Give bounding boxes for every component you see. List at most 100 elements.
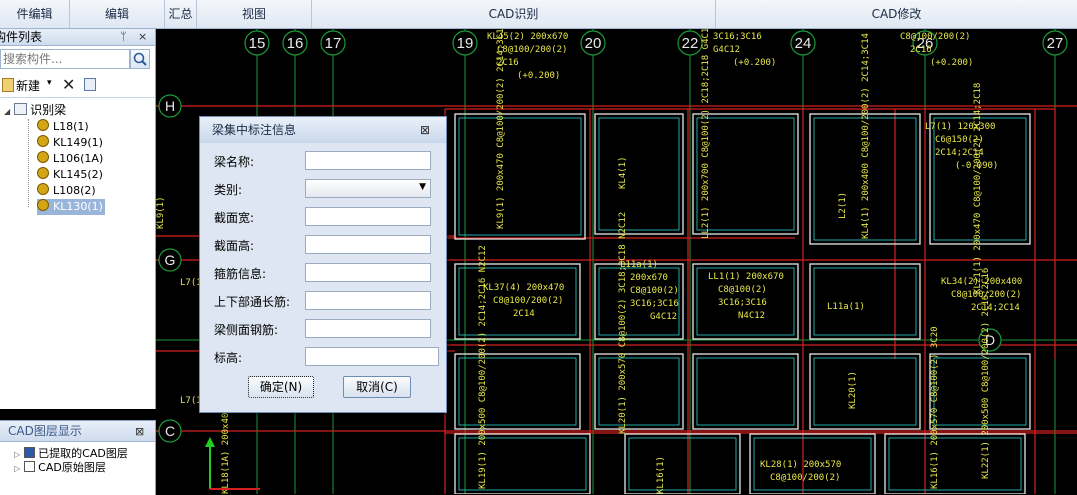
wall-outline: [929, 353, 1031, 430]
field-input[interactable]: [305, 235, 431, 254]
tree-item[interactable]: L108(2): [37, 183, 98, 199]
field-label: 标高:: [214, 351, 243, 365]
close-icon[interactable]: ×: [138, 29, 147, 45]
beam-annotation-text: KL37(4) 200x470: [483, 283, 564, 293]
close-icon[interactable]: ⊠: [420, 117, 430, 143]
beam-annotation-text: C8@100/200(2): [770, 473, 840, 483]
new-button[interactable]: 新建: [16, 77, 40, 94]
beam-annotation-text: 3C16;3C16: [718, 298, 767, 308]
tree-item-label: KL130(1): [53, 200, 103, 213]
layer-label: 已提取的CAD图层: [38, 447, 128, 460]
component-search-input[interactable]: 搜索构件...: [0, 49, 130, 69]
search-icon: [133, 52, 147, 66]
wall-inner-outline: [696, 357, 795, 426]
checkbox-icon[interactable]: [23, 461, 35, 472]
y-axis-arrow: [205, 437, 215, 447]
beam-annotation-vertical: LL2(1) 200x700 C8@100(2) 2C18;2C18 G4C12: [701, 29, 711, 239]
axis-label: 16: [287, 35, 304, 52]
field-label: 上下部通长筋:: [214, 295, 291, 309]
expand-icon[interactable]: ▷: [14, 450, 20, 459]
axis-label: 19: [457, 35, 474, 52]
search-button[interactable]: [130, 49, 150, 69]
wall-outline: [454, 353, 581, 430]
field-label: 梁名称:: [214, 155, 255, 169]
close-icon[interactable]: ⊠: [135, 422, 144, 442]
tree-item[interactable]: L18(1): [37, 119, 91, 135]
beam-annotation-vertical: KL20(1): [848, 371, 858, 409]
tree-item-label: L106(1A): [53, 152, 104, 165]
tree-root-beams[interactable]: ◢ 识别梁: [4, 102, 66, 118]
axis-label: 22: [682, 35, 699, 52]
beam-annotation-vertical: KL21(1) 200x470 C8@100/200(2) 2C14;2C18: [973, 83, 983, 294]
new-document-icon: [2, 78, 14, 92]
field-label: 箍筋信息:: [214, 267, 267, 281]
field-input[interactable]: [305, 263, 431, 282]
wall-outline: [624, 433, 741, 494]
layer-label: CAD原始图层: [38, 461, 106, 474]
tree-item[interactable]: KL145(2): [37, 167, 105, 183]
beam-annotation-vertical: KL22(1) 200x500 C8@100/200(2) 2C16;2C16: [981, 268, 991, 479]
chevron-down-icon[interactable]: ▼: [419, 182, 426, 192]
tree-item-label: L18(1): [53, 120, 89, 133]
tree-item[interactable]: L106(1A): [37, 151, 105, 167]
field-input[interactable]: [305, 291, 431, 310]
beam-annotation-dialog: 梁集中标注信息 ⊠ 梁名称: 类别: ▼ 截面宽: 截面高: 箍筋信息: 上下部通长筋: 梁侧…: [199, 116, 447, 413]
axis-label: C: [165, 423, 175, 439]
wall-inner-outline: [598, 357, 680, 426]
chevron-down-icon[interactable]: ▾: [47, 78, 52, 88]
component-list-panel: 构件列表 ᛘ × 搜索构件... 新建 ▾ ✕ ◢ 识别梁 L18(1) KL149…: [0, 29, 156, 409]
delete-icon[interactable]: ✕: [62, 75, 75, 94]
tab-summary[interactable]: 汇总: [165, 0, 197, 28]
copy-icon[interactable]: [84, 78, 96, 91]
axis-marker-16: 16: [282, 30, 308, 56]
checkbox-checked-icon[interactable]: [23, 447, 35, 458]
collapse-icon[interactable]: ◢: [4, 107, 10, 116]
cancel-button[interactable]: 取消(C): [343, 376, 411, 398]
wall-inner-outline: [628, 437, 737, 491]
recognize-icon: [13, 103, 27, 115]
axis-marker-19: 19: [452, 30, 478, 56]
field-label: 截面宽:: [214, 211, 255, 225]
axis-marker-G: G: [158, 248, 182, 272]
expand-icon[interactable]: ▷: [14, 464, 20, 473]
wall-outline: [454, 433, 591, 494]
gear-icon: [37, 167, 49, 179]
wall-outline: [594, 353, 684, 430]
ribbon: 件编辑 编辑 汇总 视图 CAD识别 CAD修改: [0, 0, 1077, 29]
gear-icon: [37, 199, 49, 211]
component-list-title: 构件列表: [0, 30, 43, 44]
axis-label: 17: [325, 35, 342, 52]
tab-component-edit[interactable]: 件编辑: [0, 0, 70, 28]
component-toolbar: 新建 ▾ ✕: [0, 73, 155, 98]
tab-cad-recognize[interactable]: CAD识别: [312, 0, 716, 28]
beam-annotation-text: 2C16: [910, 45, 932, 55]
field-input[interactable]: [305, 151, 431, 170]
beam-annotation-vertical: L2(1): [838, 192, 848, 219]
dialog-title-bar: 梁集中标注信息 ⊠: [200, 117, 446, 143]
tree-item[interactable]: KL130(1): [37, 199, 105, 215]
field-input[interactable]: [305, 207, 431, 226]
axis-marker-H: H: [158, 94, 182, 118]
tree-item[interactable]: KL149(1): [37, 135, 105, 151]
wall-outline: [692, 353, 799, 430]
beam-annotation-vertical: KL19(1) 200x500 C8@100/200(2) 2C14;2C16 …: [478, 245, 488, 489]
component-list-title-bar: 构件列表 ᛘ ×: [0, 29, 155, 46]
tab-cad-modify[interactable]: CAD修改: [716, 0, 1077, 28]
axis-marker-20: 20: [580, 30, 606, 56]
tab-edit[interactable]: 编辑: [70, 0, 165, 28]
beam-annotation-text: 2C14: [513, 309, 535, 319]
wall-inner-outline: [458, 357, 577, 426]
axis-marker-24: 24: [790, 30, 816, 56]
field-input[interactable]: [305, 347, 439, 366]
ok-button[interactable]: 确定(N): [248, 376, 314, 398]
field-input[interactable]: [305, 319, 431, 338]
beam-annotation-text: G4C12: [650, 312, 677, 322]
category-select[interactable]: ▼: [305, 179, 431, 198]
field-label: 梁侧面钢筋:: [214, 323, 279, 337]
pin-icon[interactable]: ᛘ: [120, 29, 127, 45]
gear-icon: [37, 183, 49, 195]
layer-item-original[interactable]: ▷ CAD原始图层: [14, 460, 106, 476]
tab-view[interactable]: 视图: [197, 0, 312, 28]
wall-inner-outline: [933, 357, 1027, 426]
beam-annotation-vertical: KL20(1) 200x570 C8@100(2) 3C18;3C18 N2C1…: [618, 212, 628, 434]
